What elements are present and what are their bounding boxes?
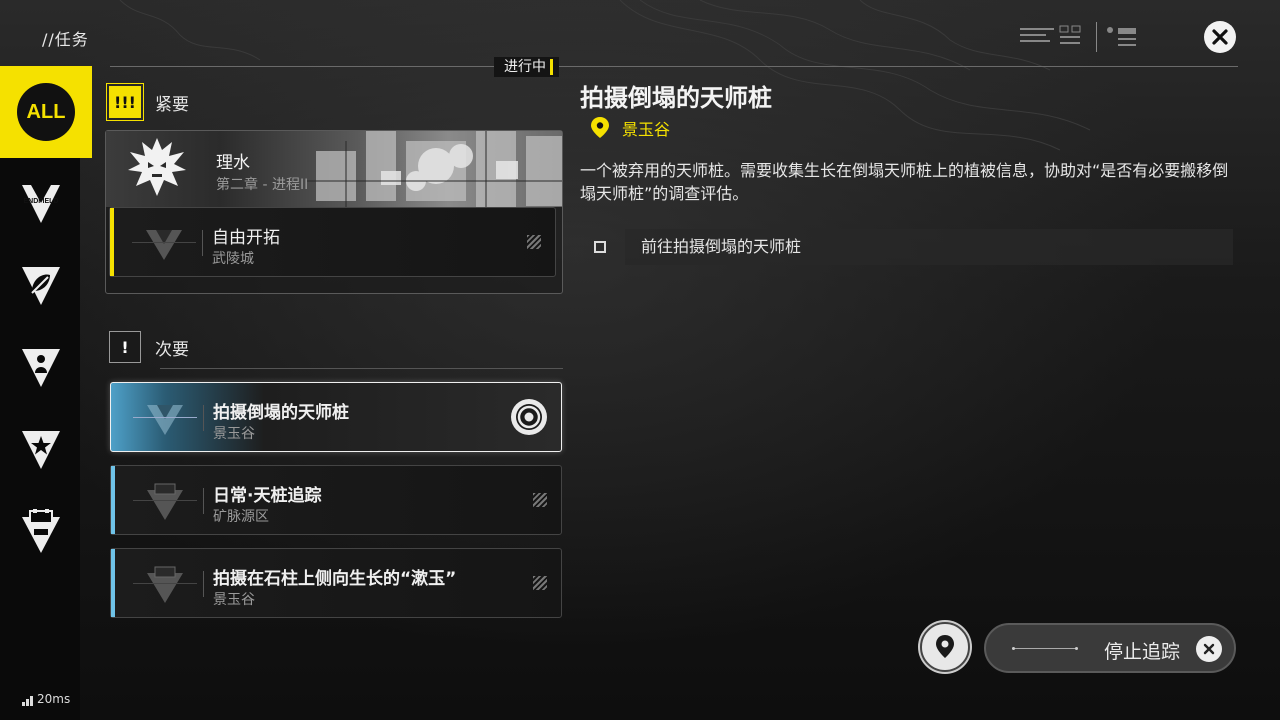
box-icon[interactable] [18, 509, 64, 555]
detail-description: 一个被弃用的天师桩。需要收集生长在倒塌天师桩上的植被信息，协助对“是否有必要搬移… [580, 161, 1229, 203]
in-progress-marker [550, 59, 553, 75]
header-divider [110, 66, 1238, 67]
detail-location: 景玉谷 [590, 116, 670, 140]
chapter-artwork [306, 131, 562, 207]
detail-title: 拍摄倒塌的天师桩 [580, 84, 772, 112]
task-stripe [111, 466, 115, 534]
task-separator [203, 488, 204, 514]
minor-section-header: ! 次要 [109, 331, 189, 363]
minor-badge: ! [109, 331, 141, 363]
stop-tracking-close [1196, 636, 1222, 662]
stop-tracking-button[interactable]: 停止追踪 [984, 623, 1236, 673]
stop-tracking-label: 停止追踪 [1104, 641, 1181, 663]
objective-item: 前往拍摄倒塌的天师桩 [625, 229, 1233, 265]
task-stripe [110, 208, 114, 276]
hatch-decoration [533, 576, 547, 590]
task-separator [203, 571, 204, 597]
network-ping: 20ms [22, 692, 70, 706]
task-location: 景玉谷 [213, 426, 255, 442]
close-icon [1203, 643, 1215, 655]
minor-task-card[interactable]: 拍摄在石柱上侧向生长的“漱玉” 景玉谷 [110, 548, 562, 618]
objective-checkbox [594, 241, 606, 253]
urgent-section-label: 紧要 [155, 94, 189, 115]
urgent-task-card[interactable]: 自由开拓 武陵城 [109, 207, 556, 277]
endfield-icon[interactable]: ENDFIELD [18, 181, 64, 227]
star-icon[interactable] [18, 427, 64, 473]
map-pin-icon [936, 635, 954, 658]
urgent-badge: !!! [106, 83, 144, 121]
signal-icon [22, 696, 33, 706]
tracking-target-icon[interactable] [509, 397, 549, 437]
task-title: 自由开拓 [212, 228, 280, 248]
header-decoration [1020, 22, 1136, 52]
location-pin-icon [591, 117, 609, 138]
page-title: //任务 [42, 30, 89, 49]
sidebar-item-all-label: ALL [17, 83, 75, 141]
task-separator [202, 230, 203, 256]
close-button[interactable] [1204, 21, 1236, 53]
task-title: 拍摄在石柱上侧向生长的“漱玉” [213, 569, 457, 589]
task-emblem-icon [133, 566, 197, 603]
task-emblem-icon [133, 405, 197, 435]
minor-task-card[interactable]: 日常·天桩追踪 矿脉源区 [110, 465, 562, 535]
minor-section-label: 次要 [155, 339, 189, 360]
detail-location-text: 景玉谷 [622, 120, 671, 139]
task-title: 拍摄倒塌的天师桩 [213, 403, 349, 423]
chapter-subtitle: 第二章 - 进程II [216, 177, 309, 193]
in-progress-label: 进行中 [494, 57, 559, 77]
task-title: 日常·天桩追踪 [213, 486, 322, 506]
map-button[interactable] [920, 622, 970, 672]
task-location: 武陵城 [212, 251, 254, 267]
button-decoration-line [1012, 647, 1078, 650]
urgent-section-header: !!! 紧要 [106, 83, 189, 121]
sidebar-item-all[interactable]: ALL [0, 66, 92, 158]
task-location: 景玉谷 [213, 592, 255, 608]
ping-value: 20ms [37, 692, 71, 706]
endfield-text: ENDFIELD [24, 198, 59, 205]
dragon-emblem-icon [128, 138, 186, 196]
hatch-decoration [527, 235, 541, 249]
task-separator [203, 405, 204, 431]
chapter-title: 理水 [216, 153, 250, 173]
task-stripe [111, 549, 115, 617]
minor-section-divider [160, 368, 563, 369]
minor-task-card-selected[interactable]: 拍摄倒塌的天师桩 景玉谷 [110, 382, 562, 452]
person-icon[interactable] [18, 345, 64, 391]
leaf-icon[interactable] [18, 263, 64, 309]
task-emblem-icon [132, 230, 196, 260]
close-icon [1212, 29, 1228, 45]
task-location: 矿脉源区 [213, 509, 269, 525]
sidebar [0, 66, 80, 720]
in-progress-text: 进行中 [504, 59, 546, 75]
task-emblem-icon [133, 483, 197, 520]
hatch-decoration [533, 493, 547, 507]
